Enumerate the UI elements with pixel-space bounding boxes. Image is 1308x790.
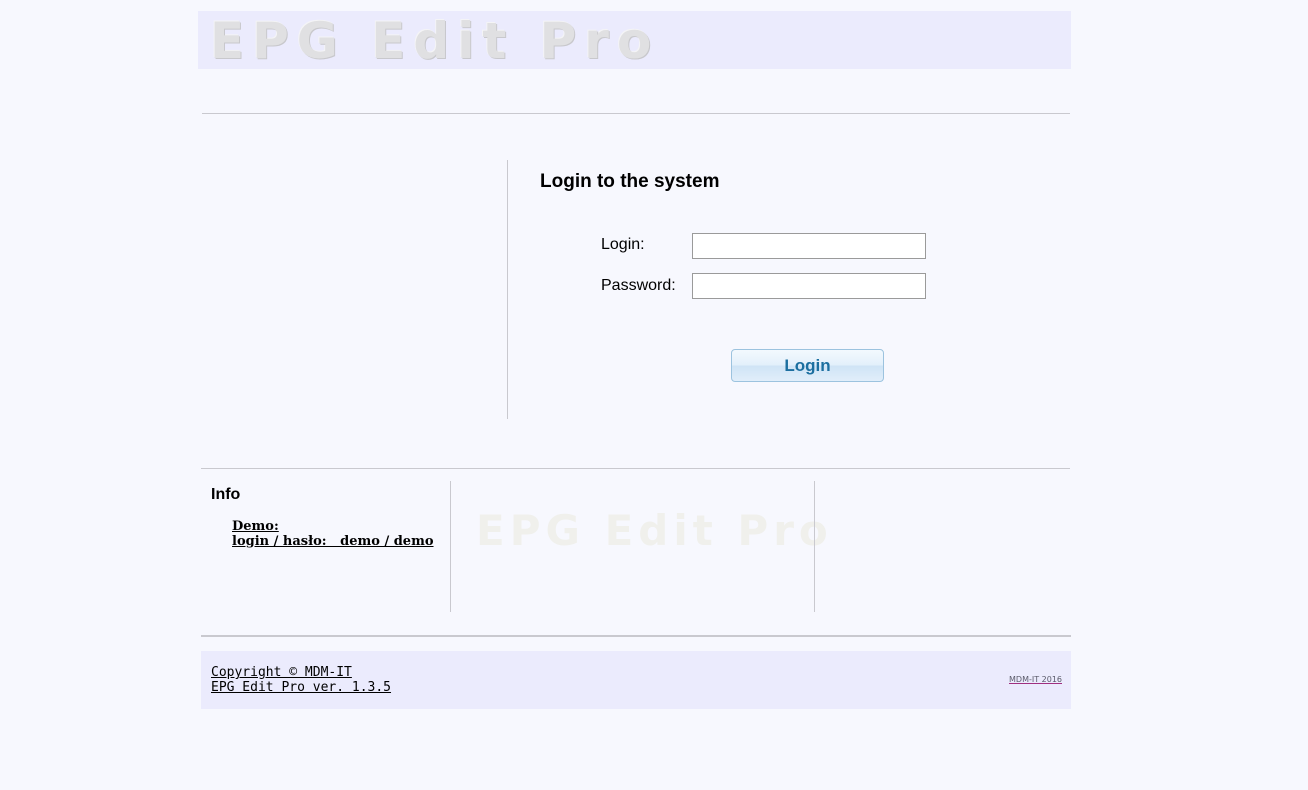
info-top-divider [201,468,1070,469]
header-divider [202,113,1070,114]
password-input[interactable] [692,273,926,299]
info-column-divider-left [450,481,451,612]
login-input[interactable] [692,233,926,259]
info-title: Info [211,486,241,503]
footer-credit-link[interactable]: MDM-IT 2016 [1009,675,1062,684]
demo-label: Demo: [232,519,279,534]
footer-divider [201,635,1071,637]
footer-copyright-link[interactable]: Copyright © MDM-IT [211,665,352,680]
header-banner: EPG Edit Pro [198,11,1071,70]
watermark-logo: EPG Edit Pro [476,506,833,555]
footer-bar: Copyright © MDM-IT EPG Edit Pro ver. 1.3… [201,651,1071,709]
login-button[interactable]: Login [731,349,884,382]
demo-credentials: login / hasło: demo / demo [232,534,434,549]
login-title: Login to the system [540,171,720,192]
footer-version-link[interactable]: EPG Edit Pro ver. 1.3.5 [211,680,391,695]
info-column-divider-right [814,481,815,612]
login-panel-divider [507,160,508,419]
app-logo: EPG Edit Pro [210,12,660,70]
login-field-label: Login: [601,236,645,253]
password-field-label: Password: [601,277,676,294]
